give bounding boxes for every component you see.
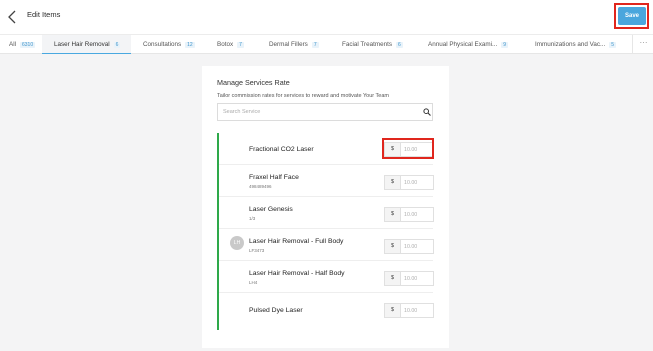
service-row: Laser Hair Removal - Half Body LH4 $ [219, 261, 434, 293]
service-name: Fractional CO2 Laser [249, 146, 314, 153]
tab-facial-treatments[interactable]: Facial Treatments 6 [342, 35, 403, 54]
rate-input[interactable] [404, 273, 432, 284]
tab-label: Annual Physical Exami... [428, 41, 498, 48]
currency-prefix: $ [385, 240, 401, 253]
rate-field: $ [384, 207, 434, 222]
services-rate-card: Manage Services Rate Tailor commission r… [202, 66, 449, 348]
back-arrow-icon[interactable] [6, 9, 20, 25]
tab-immunizations[interactable]: Immunizations and Vac... 5 [535, 35, 617, 54]
card-title: Manage Services Rate [217, 78, 290, 87]
tab-annual-physical-exam[interactable]: Annual Physical Exami... 9 [428, 35, 509, 54]
currency-prefix: $ [385, 176, 401, 189]
rate-field: $ [384, 142, 434, 157]
rate-field: $ [384, 271, 434, 286]
rate-input[interactable] [404, 144, 432, 155]
currency-prefix: $ [385, 304, 401, 317]
tab-count: 6 [113, 42, 121, 48]
category-tabs: All 6310 Laser Hair Removal 6 Consultation… [0, 34, 653, 54]
tab-count: 6 [396, 42, 403, 48]
services-list: Fractional CO2 Laser $ Fraxel Half Face … [217, 133, 434, 330]
tab-botox[interactable]: Botox 7 [217, 35, 244, 54]
service-row: Fractional CO2 Laser $ [219, 133, 434, 165]
tab-label: All [9, 41, 16, 48]
search-icon[interactable] [423, 108, 431, 116]
tab-label: Facial Treatments [342, 41, 393, 48]
service-row: Laser Genesis 1/3 $ [219, 197, 434, 229]
tab-count: 7 [311, 42, 319, 48]
service-avatar: LH [230, 236, 244, 250]
more-tabs-button[interactable]: ··· [632, 35, 653, 54]
service-name: Laser Hair Removal - Full Body [249, 238, 344, 245]
tab-count: 6310 [20, 42, 36, 48]
tab-count: 7 [237, 42, 244, 48]
tab-all[interactable]: All 6310 [9, 35, 36, 54]
currency-prefix: $ [385, 208, 401, 221]
service-name: Laser Genesis [249, 206, 293, 213]
card-subtitle: Tailor commission rates for services to … [217, 93, 389, 99]
save-button[interactable]: Save [618, 7, 646, 25]
rate-input[interactable] [404, 177, 432, 188]
tab-count: 9 [501, 42, 509, 48]
tab-label: Botox [217, 41, 234, 48]
currency-prefix: $ [385, 272, 401, 285]
rate-input[interactable] [404, 241, 432, 252]
search-box [217, 103, 433, 121]
service-name: Fraxel Half Face [249, 174, 299, 181]
tab-label: Immunizations and Vac... [535, 41, 606, 48]
tab-dermal-fillers[interactable]: Dermal Fillers 7 [269, 35, 319, 54]
service-code: LF3473 [249, 248, 265, 253]
currency-prefix: $ [385, 143, 401, 156]
rate-input[interactable] [404, 305, 432, 316]
service-row: LH Laser Hair Removal - Full Body LF3473… [219, 229, 434, 261]
rate-field: $ [384, 303, 434, 318]
service-name: Pulsed Dye Laser [249, 307, 303, 314]
tab-count: 12 [185, 42, 195, 48]
page-title: Edit Items [27, 10, 61, 19]
service-name: Laser Hair Removal - Half Body [249, 270, 345, 277]
rate-field: $ [384, 175, 434, 190]
tab-label: Dermal Fillers [269, 41, 308, 48]
rate-field: $ [384, 239, 434, 254]
service-row: Fraxel Half Face 498489496 $ [219, 165, 434, 197]
service-code: 498489496 [249, 184, 272, 189]
rate-input[interactable] [404, 209, 432, 220]
tab-label: Laser Hair Removal [54, 41, 110, 48]
tab-laser-hair-removal[interactable]: Laser Hair Removal 6 [42, 35, 131, 54]
search-input[interactable] [223, 106, 413, 118]
service-code: LH4 [249, 280, 258, 285]
tab-label: Consultations [143, 41, 182, 48]
service-row: Pulsed Dye Laser $ [219, 293, 434, 325]
tab-consultations[interactable]: Consultations 12 [143, 35, 195, 54]
top-bar: Edit Items Save [0, 0, 653, 34]
tab-count: 5 [609, 42, 617, 48]
service-code: 1/3 [249, 216, 256, 221]
